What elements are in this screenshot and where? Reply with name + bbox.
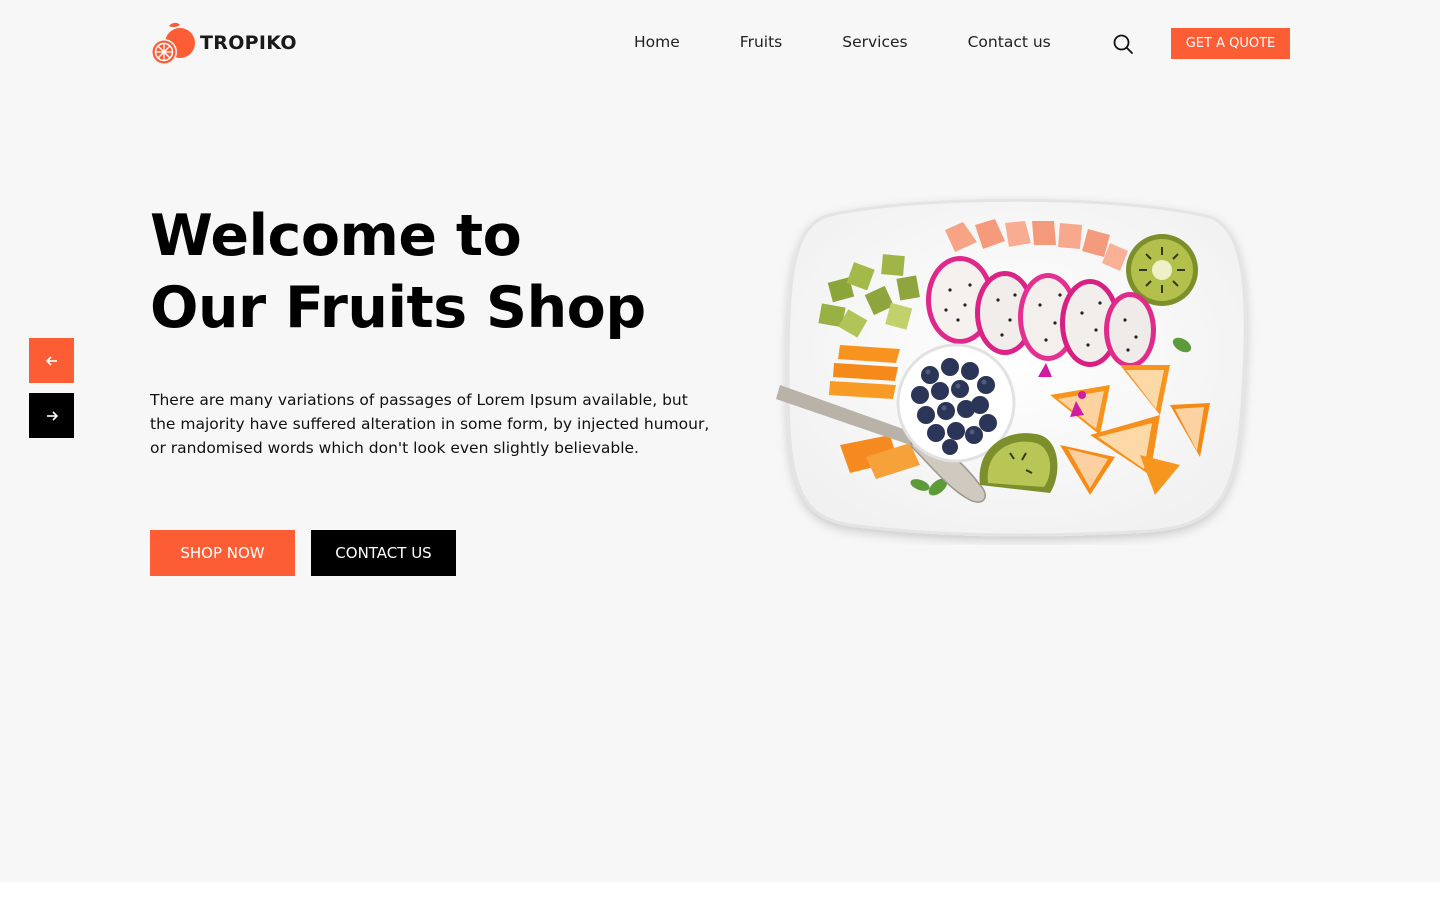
arrow-right-icon: [46, 410, 58, 421]
hero-description: There are many variations of passages of…: [150, 391, 710, 457]
hero-title: Welcome to Our Fruits Shop: [150, 200, 646, 344]
hero-section: TROPIKO Home Fruits Services Contact us …: [0, 0, 1440, 882]
brand-name: TROPIKO: [200, 32, 297, 54]
slider-next-button[interactable]: [29, 393, 74, 438]
brand-logo[interactable]: TROPIKO: [150, 20, 297, 66]
main-nav: Home Fruits Services Contact us: [634, 33, 1051, 51]
hero-title-line-1: Welcome to: [150, 203, 522, 269]
fruit-platter-image: [770, 195, 1260, 545]
arrow-left-icon: [45, 355, 57, 366]
search-icon[interactable]: [1112, 33, 1134, 55]
nav-fruits[interactable]: Fruits: [740, 33, 782, 51]
shop-now-button[interactable]: SHOP NOW: [150, 530, 295, 576]
orange-logo-icon: [150, 20, 196, 66]
hero-title-line-2: Our Fruits Shop: [150, 275, 646, 341]
get-a-quote-button[interactable]: GET A QUOTE: [1171, 28, 1290, 59]
slider-prev-button[interactable]: [29, 338, 74, 383]
contact-us-button[interactable]: CONTACT US: [311, 530, 456, 576]
nav-contact-us[interactable]: Contact us: [968, 33, 1051, 51]
nav-services[interactable]: Services: [842, 33, 907, 51]
nav-home[interactable]: Home: [634, 33, 680, 51]
